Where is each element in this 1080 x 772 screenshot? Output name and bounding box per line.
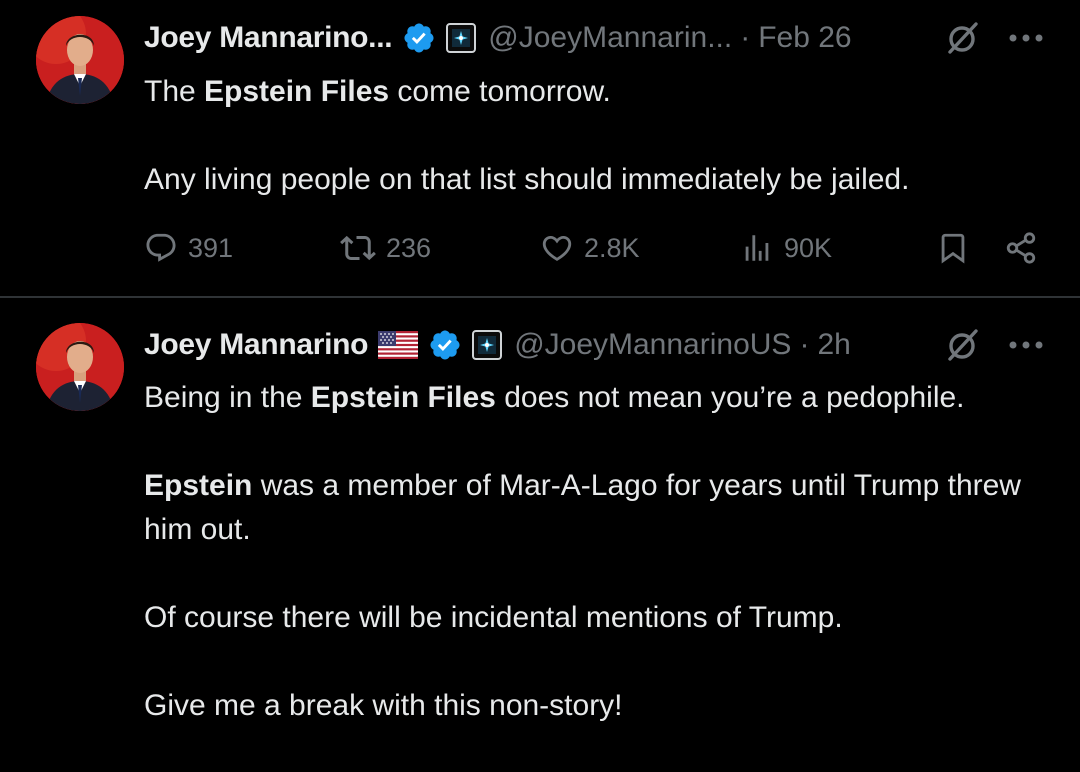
tweet-paragraph: Epstein was a member of Mar-A-Lago for y… bbox=[144, 469, 1021, 546]
heart-icon bbox=[542, 235, 572, 261]
tweet-paragraph: Any living people on that list should im… bbox=[144, 163, 910, 196]
tweet-paragraph: The Epstein Files come tomorrow. bbox=[144, 75, 611, 108]
timestamp[interactable]: 2h bbox=[817, 328, 850, 362]
bold-text: Epstein Files bbox=[310, 381, 496, 414]
views-count: 90K bbox=[784, 232, 833, 263]
bookmark-button[interactable] bbox=[936, 226, 970, 270]
repost-icon bbox=[340, 235, 376, 261]
author-handle[interactable]: @JoeyMannarinoUS bbox=[514, 328, 791, 362]
tweet-header: Joey Mannarino @JoeyMannarinoUS · 2h bbox=[144, 323, 1044, 367]
author-name[interactable]: Joey Mannarino... bbox=[144, 21, 393, 55]
timestamp[interactable]: Feb 26 bbox=[758, 21, 851, 55]
share-button[interactable] bbox=[1004, 226, 1038, 270]
affiliate-badge-icon[interactable] bbox=[472, 330, 503, 360]
tweet[interactable]: Joey Mannarino @JoeyMannarinoUS · 2h Bei… bbox=[0, 298, 1080, 750]
avatar-image bbox=[36, 323, 124, 411]
avatar[interactable] bbox=[36, 16, 124, 104]
reply-count: 391 bbox=[188, 232, 234, 263]
grok-icon[interactable] bbox=[942, 325, 982, 365]
reply-button[interactable]: 391 bbox=[144, 226, 233, 270]
more-icon[interactable] bbox=[1008, 32, 1044, 44]
verified-badge-icon bbox=[428, 328, 462, 362]
tweet-paragraph: Being in the Epstein Files does not mean… bbox=[144, 381, 965, 414]
tweet-paragraph: Of course there will be incidental menti… bbox=[144, 601, 843, 634]
bold-text: Epstein bbox=[144, 469, 253, 502]
dot-separator: · bbox=[799, 328, 810, 361]
bold-text: Epstein Files bbox=[204, 75, 390, 108]
author-handle[interactable]: @JoeyMannarin... bbox=[488, 21, 732, 55]
action-bar: 391 236 2.8K 90K bbox=[144, 226, 1040, 270]
author-name[interactable]: Joey Mannarino bbox=[144, 328, 368, 362]
repost-count: 236 bbox=[386, 232, 432, 263]
dot-separator: · bbox=[740, 21, 751, 54]
avatar-image bbox=[36, 16, 124, 104]
like-button[interactable]: 2.8K bbox=[540, 226, 640, 270]
tweet-header: Joey Mannarino... @JoeyMannarin... · Feb… bbox=[144, 16, 1044, 60]
affiliate-badge-icon[interactable] bbox=[446, 23, 477, 53]
grok-icon[interactable] bbox=[942, 18, 982, 58]
avatar[interactable] bbox=[36, 323, 124, 411]
verified-badge-icon bbox=[402, 21, 436, 55]
tweet[interactable]: Joey Mannarino... @JoeyMannarin... · Feb… bbox=[0, 0, 1080, 297]
tweet-text: The Epstein Files come tomorrow. Any liv… bbox=[144, 70, 1050, 246]
tweet-text: Being in the Epstein Files does not mean… bbox=[144, 376, 1050, 772]
bookmark-icon bbox=[941, 233, 965, 264]
more-icon[interactable] bbox=[1008, 339, 1044, 351]
us-flag-icon bbox=[378, 331, 419, 359]
repost-button[interactable]: 236 bbox=[340, 226, 431, 270]
share-icon bbox=[1006, 232, 1036, 264]
like-count: 2.8K bbox=[584, 232, 640, 263]
reply-icon bbox=[146, 233, 176, 262]
tweet-paragraph: Give me a break with this non-story! bbox=[144, 689, 623, 722]
views-button[interactable]: 90K bbox=[740, 226, 832, 270]
views-icon bbox=[745, 235, 769, 261]
